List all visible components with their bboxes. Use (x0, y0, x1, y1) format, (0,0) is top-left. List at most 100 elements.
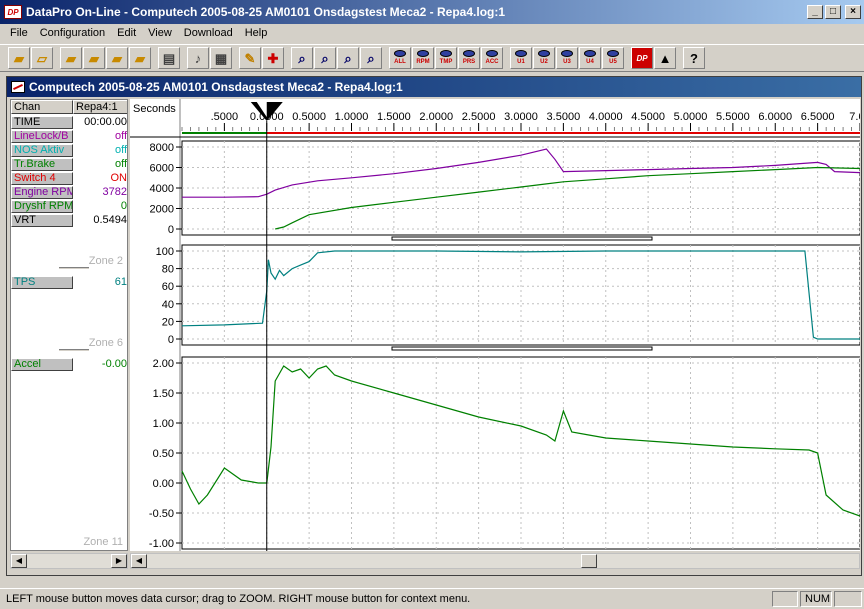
channel-row[interactable]: VRT 0.5494 (11, 213, 127, 227)
minimize-button[interactable]: _ (807, 5, 823, 19)
channel-row[interactable]: Tr.Brake off (11, 157, 127, 171)
channel-name[interactable]: NOS Aktiv (11, 143, 73, 157)
view-all-button[interactable]: ALL (389, 47, 411, 69)
x-tick-label: 2.0000 (419, 111, 453, 123)
print-button[interactable]: ▤ (158, 47, 180, 69)
channel-row[interactable]: LineLock/B off (11, 129, 127, 143)
chart-hscroll[interactable]: ◀ (130, 553, 860, 569)
channel-row[interactable]: Accel -0.00 (11, 357, 127, 371)
file-header[interactable]: Repa4:1 (73, 100, 127, 114)
y-tick-label: -1.00 (149, 538, 174, 550)
open-file-button[interactable]: ▰ (8, 47, 30, 69)
channel-panel: Chan Repa4:1 TIME 00:00.00 LineLock/B off NO… (10, 99, 128, 551)
y-tick-label: 2000 (150, 204, 174, 216)
open-file-3-button[interactable]: ▰ (106, 47, 128, 69)
magnifier-fit-icon: ⌕ (367, 50, 375, 66)
view-u3-button[interactable]: U3 (556, 47, 578, 69)
scroll-thumb[interactable] (581, 554, 597, 568)
y-tick-label: 20 (162, 316, 174, 328)
zoom-out-button[interactable]: ⌕ (291, 47, 313, 69)
menu-help[interactable]: Help (239, 27, 274, 39)
channel-name[interactable]: Switch 4 (11, 171, 73, 185)
zoom-in-button[interactable]: ⌕ (314, 47, 336, 69)
channel-row[interactable]: NOS Aktiv off (11, 143, 127, 157)
maximize-button[interactable]: □ (825, 5, 841, 19)
close-folder-icon: ▱ (37, 50, 47, 66)
view-u4-button[interactable]: U4 (579, 47, 601, 69)
view-u1-button[interactable]: U1 (510, 47, 532, 69)
scroll-right-arrow-icon[interactable]: ▶ (111, 554, 127, 568)
channel-value: ON (110, 172, 128, 184)
pencil-plus-icon: ✚ (267, 50, 279, 66)
view-u2-button[interactable]: U2 (533, 47, 555, 69)
channel-row[interactable]: Dryshf RPM 0 (11, 199, 127, 213)
channel-name[interactable]: Engine RPM (11, 185, 73, 199)
log-window-title: Computech 2005-08-25 AM0101 Onsdagstest … (29, 80, 403, 94)
view-tmp-button[interactable]: TMP (435, 47, 457, 69)
chan-header[interactable]: Chan (11, 100, 73, 114)
y-tick-label: 4000 (150, 183, 174, 195)
track-button[interactable]: ▲ (654, 47, 676, 69)
view-acc-button[interactable]: ACC (481, 47, 503, 69)
channel-value: off (114, 158, 127, 170)
x-tick-label: 4.5000 (631, 111, 665, 123)
channel-value: 61 (114, 276, 127, 288)
eye-icon (584, 50, 596, 57)
y-tick-label: 60 (162, 281, 174, 293)
zoom-fit-button[interactable]: ⌕ (360, 47, 382, 69)
channel-value: off (114, 144, 127, 156)
menu-file[interactable]: File (4, 27, 34, 39)
datapro-button[interactable]: DP (631, 47, 653, 69)
open-file-1-button[interactable]: ▰ (60, 47, 82, 69)
music-button[interactable]: ♪ (187, 47, 209, 69)
x-tick-label: 5.5000 (716, 111, 750, 123)
x-tick-label: 5.0000 (674, 111, 708, 123)
channel-row[interactable]: TPS 61 (11, 275, 127, 289)
open-file-4-button[interactable]: ▰ (129, 47, 151, 69)
y-tick-label: 80 (162, 264, 174, 276)
pencil-button[interactable]: ✎ (239, 47, 261, 69)
open-file-2-button[interactable]: ▰ (83, 47, 105, 69)
datapro-logo-icon: DP (4, 5, 22, 19)
menu-view[interactable]: View (142, 27, 178, 39)
y-tick-label: 0 (168, 224, 174, 236)
log-window-title-bar[interactable]: Computech 2005-08-25 AM0101 Onsdagstest … (7, 77, 861, 97)
status-bar: LEFT mouse button moves data cursor; dra… (0, 588, 864, 608)
chart-svg[interactable]: Seconds .5000 0.00 0 0 0.5000 1.0000 1.5000 2.00… (130, 99, 860, 551)
channel-name[interactable]: Tr.Brake (11, 157, 73, 171)
menu-configuration[interactable]: Configuration (34, 27, 111, 39)
channel-name[interactable]: LineLock/B (11, 129, 73, 143)
close-file-button[interactable]: ▱ (31, 47, 53, 69)
pencil-add-button[interactable]: ✚ (262, 47, 284, 69)
title-bar[interactable]: DP DataPro On-Line - Computech 2005-08-2… (0, 0, 864, 24)
keyboard-button[interactable]: ▦ (210, 47, 232, 69)
menu-edit[interactable]: Edit (111, 27, 142, 39)
view-rpm-button[interactable]: RPM (412, 47, 434, 69)
channel-row[interactable]: TIME 00:00.00 (11, 115, 127, 129)
channel-hscroll[interactable]: ◀ ▶ (10, 553, 128, 569)
scroll-left-arrow-icon[interactable]: ◀ (11, 554, 27, 568)
eye-icon (561, 50, 573, 57)
channel-name[interactable]: TPS (11, 275, 73, 289)
view-prs-button[interactable]: PRS (458, 47, 480, 69)
zoom-minus-button[interactable]: ⌕ (337, 47, 359, 69)
magnifier-minus-icon: ⌕ (344, 50, 352, 66)
channel-value: 0.5494 (93, 214, 127, 226)
x-tick-label: 0.5000 (292, 111, 326, 123)
scroll-left-arrow-icon[interactable]: ◀ (131, 554, 147, 568)
help-button[interactable]: ? (683, 47, 705, 69)
folder-arrow-icon: ▰ (112, 50, 122, 66)
open-folder-icon: ▰ (14, 50, 24, 66)
channel-name[interactable]: Accel (11, 357, 73, 371)
close-button[interactable]: × (845, 5, 861, 19)
channel-row[interactable]: Switch 4 ON (11, 171, 128, 185)
channel-name[interactable]: VRT (11, 213, 73, 227)
channel-name[interactable]: TIME (11, 115, 73, 129)
eye-icon (538, 50, 550, 57)
view-u5-button[interactable]: U5 (602, 47, 624, 69)
channel-name[interactable]: Dryshf RPM (11, 199, 73, 213)
channel-row[interactable]: Engine RPM 3782 (11, 185, 127, 199)
status-text: LEFT mouse button moves data cursor; dra… (6, 592, 471, 605)
chart-area[interactable]: Seconds .5000 0.00 0 0 0.5000 1.0000 1.5000 2.00… (130, 99, 860, 551)
menu-download[interactable]: Download (178, 27, 239, 39)
